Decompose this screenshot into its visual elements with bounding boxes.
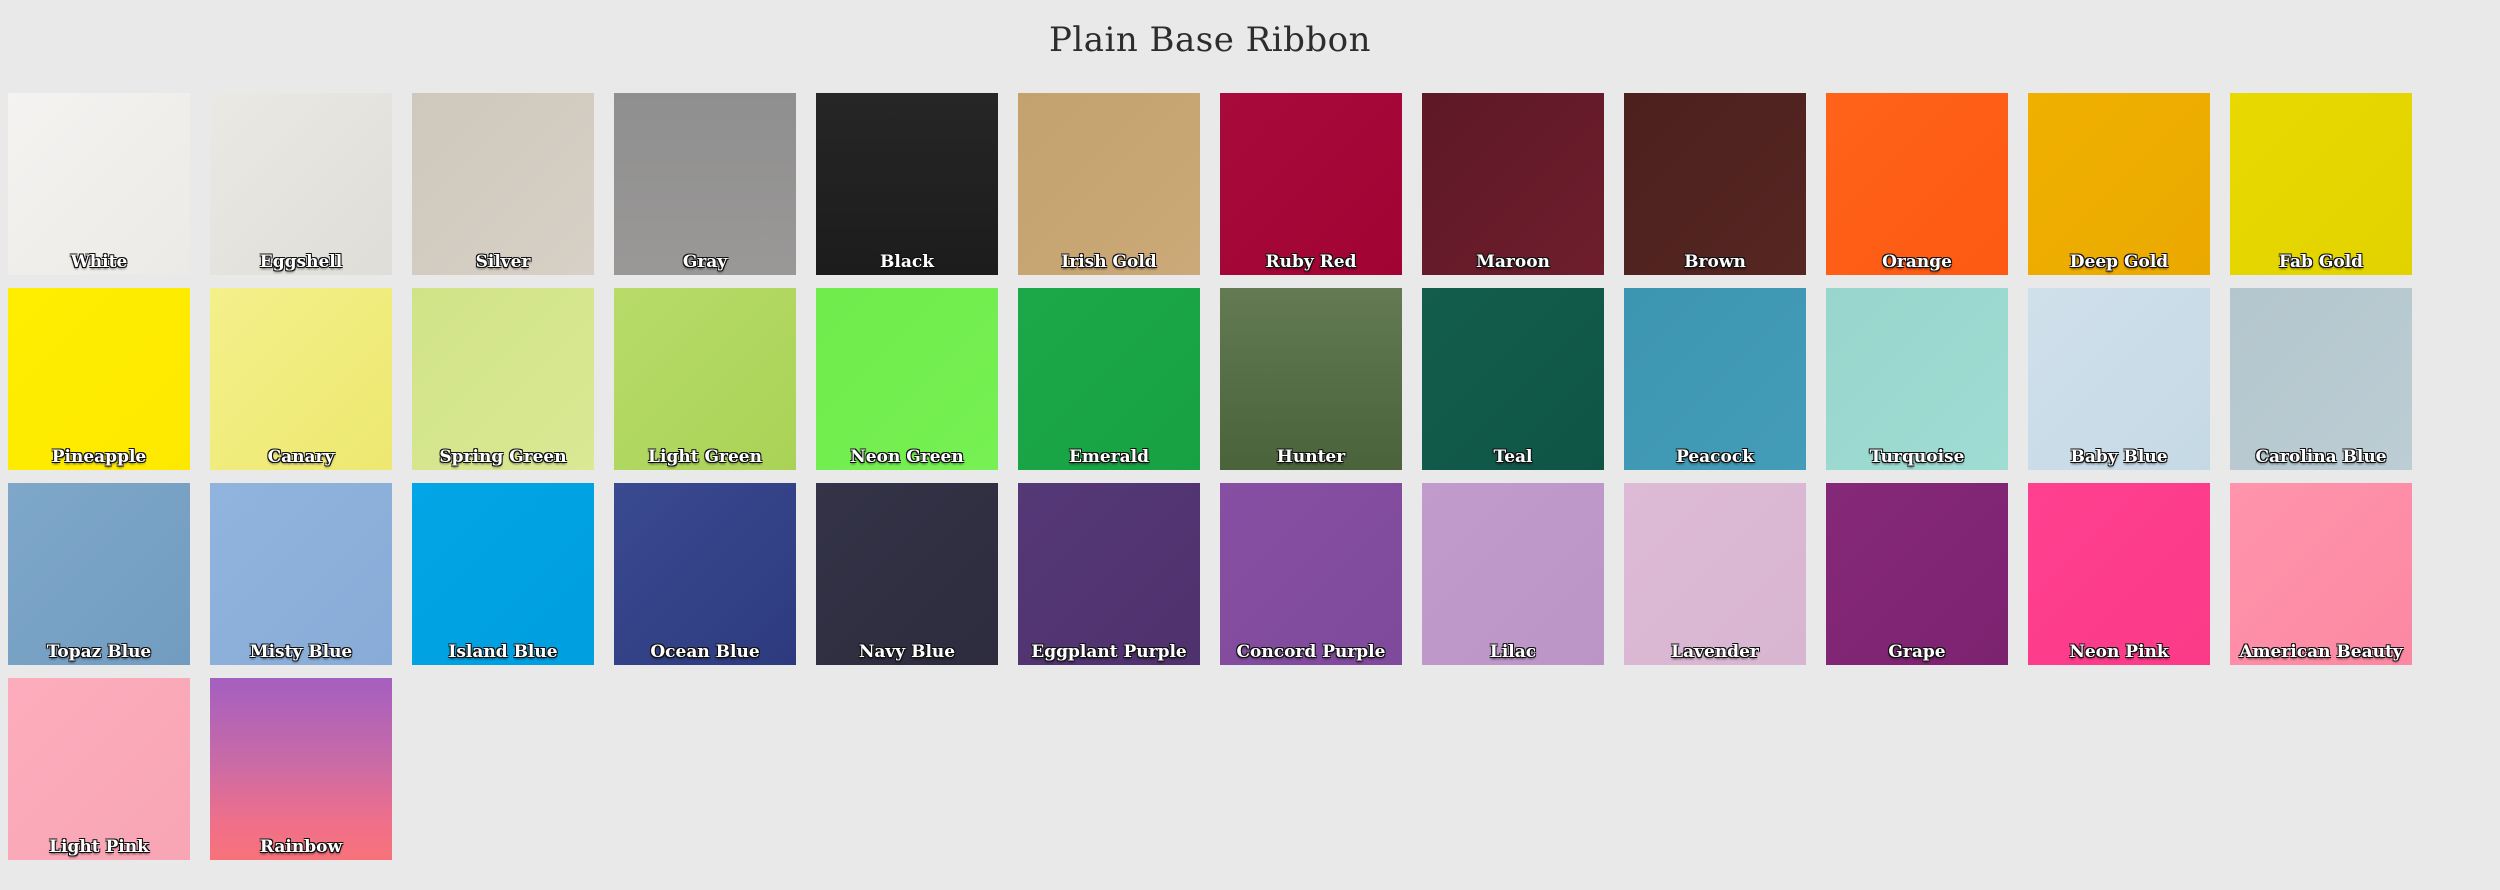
color-swatch-peacock[interactable]: Peacock — [1624, 288, 1806, 470]
swatch-label: Baby Blue — [2070, 447, 2168, 467]
color-swatch-topaz-blue[interactable]: Topaz Blue — [8, 483, 190, 665]
color-swatch-teal[interactable]: Teal — [1422, 288, 1604, 470]
color-swatch-hunter[interactable]: Hunter — [1220, 288, 1402, 470]
swatch-label: Light Pink — [49, 837, 149, 857]
swatch-label: Neon Green — [850, 447, 964, 467]
swatch-label: White — [70, 252, 128, 272]
color-swatch-ruby-red[interactable]: Ruby Red — [1220, 93, 1402, 275]
swatch-label: Light Green — [648, 447, 762, 467]
color-swatch-eggshell[interactable]: Eggshell — [210, 93, 392, 275]
swatch-label: Island Blue — [448, 642, 558, 662]
color-swatch-island-blue[interactable]: Island Blue — [412, 483, 594, 665]
page-title: Plain Base Ribbon — [1048, 20, 1372, 60]
swatch-label: Navy Blue — [858, 642, 956, 662]
swatch-label: Brown — [1684, 252, 1746, 272]
swatch-label: Pineapple — [51, 447, 147, 467]
swatch-label: Orange — [1882, 252, 1952, 272]
color-swatch-ocean-blue[interactable]: Ocean Blue — [614, 483, 796, 665]
color-swatch-carolina-blue[interactable]: Carolina Blue — [2230, 288, 2412, 470]
color-swatch-baby-blue[interactable]: Baby Blue — [2028, 288, 2210, 470]
swatch-label: Maroon — [1476, 252, 1550, 272]
color-swatch-concord-purple[interactable]: Concord Purple — [1220, 483, 1402, 665]
swatch-label: Deep Gold — [2069, 252, 2169, 272]
swatch-label: Eggplant Purple — [1031, 642, 1187, 662]
color-swatch-orange[interactable]: Orange — [1826, 93, 2008, 275]
color-swatch-brown[interactable]: Brown — [1624, 93, 1806, 275]
color-swatch-white[interactable]: White — [8, 93, 190, 275]
swatch-label: Turquoise — [1869, 447, 1965, 467]
color-swatch-deep-gold[interactable]: Deep Gold — [2028, 93, 2210, 275]
swatch-label: Lilac — [1489, 642, 1537, 662]
color-swatch-pineapple[interactable]: Pineapple — [8, 288, 190, 470]
swatch-label: Spring Green — [439, 447, 567, 467]
swatch-label: Irish Gold — [1061, 252, 1157, 272]
swatch-label: Ocean Blue — [650, 642, 760, 662]
color-swatch-misty-blue[interactable]: Misty Blue — [210, 483, 392, 665]
swatch-label: Canary — [267, 447, 335, 467]
swatch-label: American Beauty — [2239, 642, 2403, 662]
color-swatch-turquoise[interactable]: Turquoise — [1826, 288, 2008, 470]
swatch-label: Rainbow — [259, 837, 343, 857]
color-swatch-light-green[interactable]: Light Green — [614, 288, 796, 470]
swatch-label: Fab Gold — [2278, 252, 2364, 272]
color-swatch-gray[interactable]: Gray — [614, 93, 796, 275]
color-swatch-canary[interactable]: Canary — [210, 288, 392, 470]
swatch-label: Carolina Blue — [2255, 447, 2387, 467]
color-swatch-rainbow[interactable]: Rainbow — [210, 678, 392, 860]
swatch-label: Neon Pink — [2069, 642, 2169, 662]
swatch-label: Ruby Red — [1265, 252, 1357, 272]
swatch-label: Silver — [475, 252, 531, 272]
color-swatch-irish-gold[interactable]: Irish Gold — [1018, 93, 1200, 275]
color-swatch-maroon[interactable]: Maroon — [1422, 93, 1604, 275]
color-swatch-black[interactable]: Black — [816, 93, 998, 275]
color-swatch-grape[interactable]: Grape — [1826, 483, 2008, 665]
swatch-label: Peacock — [1676, 447, 1754, 467]
swatch-label: Misty Blue — [249, 642, 353, 662]
swatch-label: Emerald — [1068, 447, 1150, 467]
color-swatch-neon-green[interactable]: Neon Green — [816, 288, 998, 470]
swatch-grid: White Eggshell Silver Gray Black Irish Gold Ru… — [8, 93, 2428, 860]
swatch-label: Lavender — [1671, 642, 1759, 662]
swatch-label: Grape — [1888, 642, 1946, 662]
swatch-label: Gray — [682, 252, 728, 272]
swatch-label: Topaz Blue — [46, 642, 152, 662]
color-swatch-neon-pink[interactable]: Neon Pink — [2028, 483, 2210, 665]
color-swatch-eggplant-purple[interactable]: Eggplant Purple — [1018, 483, 1200, 665]
swatch-label: Eggshell — [259, 252, 343, 272]
swatch-label: Black — [880, 252, 934, 272]
color-swatch-navy-blue[interactable]: Navy Blue — [816, 483, 998, 665]
swatch-label: Hunter — [1276, 447, 1346, 467]
swatch-label: Teal — [1493, 447, 1533, 467]
swatch-label: Concord Purple — [1236, 642, 1386, 662]
color-swatch-american-beauty[interactable]: American Beauty — [2230, 483, 2412, 665]
color-swatch-lilac[interactable]: Lilac — [1422, 483, 1604, 665]
color-swatch-fab-gold[interactable]: Fab Gold — [2230, 93, 2412, 275]
color-swatch-spring-green[interactable]: Spring Green — [412, 288, 594, 470]
color-swatch-light-pink[interactable]: Light Pink — [8, 678, 190, 860]
color-swatch-emerald[interactable]: Emerald — [1018, 288, 1200, 470]
color-swatch-lavender[interactable]: Lavender — [1624, 483, 1806, 665]
color-swatch-silver[interactable]: Silver — [412, 93, 594, 275]
